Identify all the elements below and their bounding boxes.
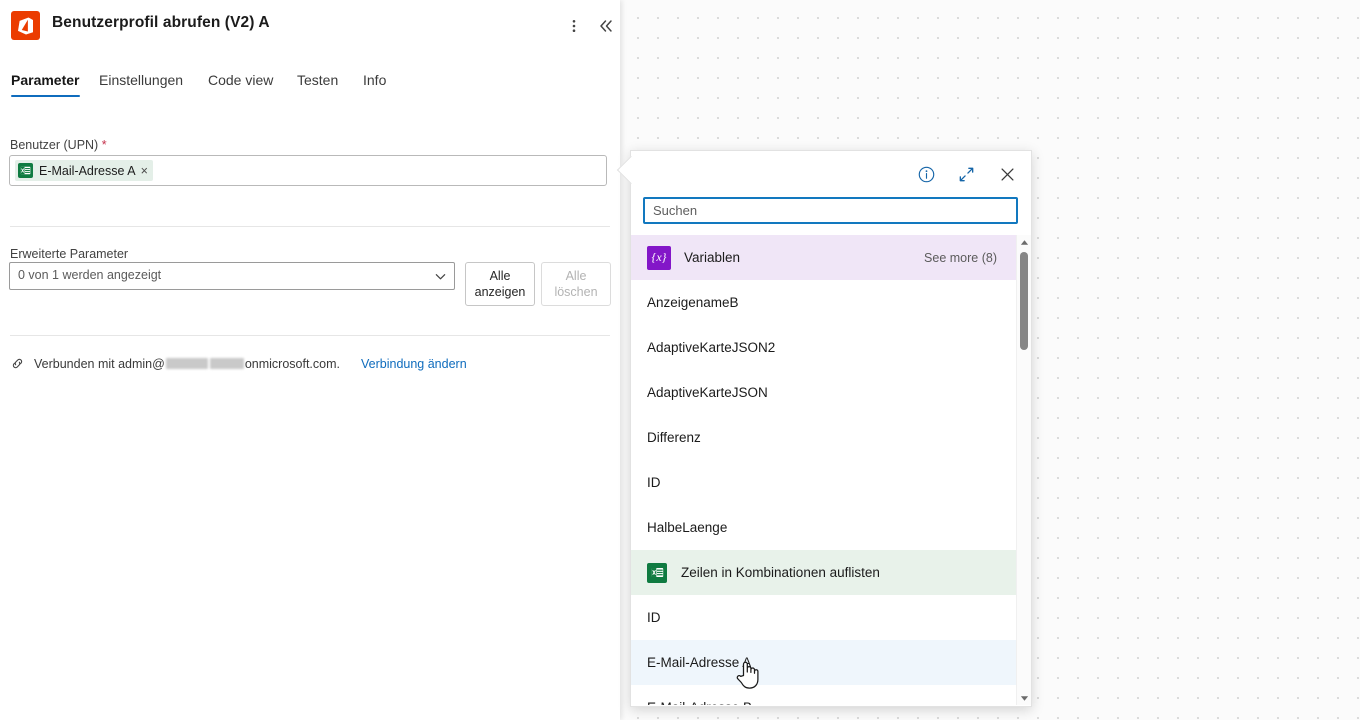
tab-info[interactable]: Info <box>363 72 386 97</box>
dynamic-content-list[interactable]: {x} Variablen See more (8) AnzeigenameB … <box>631 235 1031 705</box>
list-item-label: AdaptiveKarteJSON <box>647 385 768 400</box>
list-group-variablen[interactable]: {x} Variablen See more (8) <box>631 235 1019 280</box>
dynamic-content-picker: {x} Variablen See more (8) AnzeigenameB … <box>630 150 1032 707</box>
list-item-label: AdaptiveKarteJSON2 <box>647 340 776 355</box>
list-item-label: E-Mail-Adresse A <box>647 655 752 670</box>
dynamic-token-email-a[interactable]: E-Mail-Adresse A × <box>15 160 153 181</box>
scrollbar-thumb[interactable] <box>1020 252 1028 350</box>
token-label: E-Mail-Adresse A <box>39 163 136 178</box>
connection-text: Verbunden mit admin@ onmicrosoft.com. <box>34 357 340 371</box>
variables-icon: {x} <box>647 245 671 270</box>
show-all-line2: anzeigen <box>474 285 526 299</box>
double-chevron-left-icon[interactable] <box>593 13 619 39</box>
list-item-label: AnzeigenameB <box>647 295 739 310</box>
list-item-label: ID <box>647 475 661 490</box>
advanced-parameters-select[interactable]: 0 von 1 werden angezeigt <box>9 262 455 290</box>
advanced-parameters-label: Erweiterte Parameter <box>10 247 129 261</box>
list-item[interactable]: AdaptiveKarteJSON2 <box>631 325 1019 370</box>
list-group-label: Zeilen in Kombinationen auflisten <box>681 565 880 580</box>
close-icon[interactable]: × <box>141 164 148 178</box>
picker-scrollbar[interactable] <box>1016 235 1031 705</box>
upn-label: Benutzer (UPN) * <box>10 138 107 152</box>
more-vertical-icon[interactable] <box>561 13 587 39</box>
picker-toolbar <box>631 151 1031 195</box>
redacted-block <box>165 357 208 369</box>
scroll-down-arrow[interactable] <box>1017 691 1031 705</box>
list-item[interactable]: AdaptiveKarteJSON <box>631 370 1019 415</box>
tab-parameter[interactable]: Parameter <box>11 72 80 97</box>
scroll-up-arrow[interactable] <box>1017 235 1031 249</box>
divider <box>10 226 610 227</box>
show-all-button[interactable]: Alle anzeigen <box>465 262 535 306</box>
list-item-label: E-Mail-Adresse B <box>647 700 752 705</box>
tab-bar: Parameter Einstellungen Code view Testen… <box>0 72 620 108</box>
list-item[interactable]: Differenz <box>631 415 1019 460</box>
tab-testen[interactable]: Testen <box>297 72 338 97</box>
clear-all-line2: löschen <box>554 285 598 299</box>
clear-all-button[interactable]: Alle löschen <box>541 262 611 306</box>
office365-icon <box>11 11 40 40</box>
redacted-block <box>209 357 244 369</box>
list-group-zeilen-auflisten[interactable]: Zeilen in Kombinationen auflisten <box>631 550 1019 595</box>
advanced-parameters-value: 0 von 1 werden angezeigt <box>18 268 162 282</box>
upn-label-text: Benutzer (UPN) <box>10 138 99 152</box>
list-item-label: Differenz <box>647 430 701 445</box>
list-item[interactable]: AnzeigenameB <box>631 280 1019 325</box>
list-group-label: Variablen <box>684 250 741 265</box>
divider <box>10 335 610 336</box>
close-icon[interactable] <box>994 161 1020 187</box>
excel-icon <box>647 562 667 583</box>
upn-input[interactable]: E-Mail-Adresse A × <box>9 155 607 186</box>
list-item-label: HalbeLaenge <box>647 520 728 535</box>
info-circle-icon[interactable] <box>913 161 939 187</box>
list-item-email-adresse-a[interactable]: E-Mail-Adresse A <box>631 640 1019 685</box>
list-item[interactable]: ID <box>631 460 1019 505</box>
show-all-line1: Alle <box>489 269 511 283</box>
connection-text-before: Verbunden mit admin@ <box>34 356 165 371</box>
list-item-label: ID <box>647 610 661 625</box>
connection-status-row: Verbunden mit admin@ onmicrosoft.com. Ver… <box>10 356 467 371</box>
required-marker: * <box>101 138 107 152</box>
search-input[interactable] <box>643 197 1018 224</box>
connection-text-after: onmicrosoft.com. <box>244 356 340 371</box>
excel-icon <box>18 163 33 178</box>
action-details-pane: Benutzerprofil abrufen (V2) A Parameter … <box>0 0 620 720</box>
pane-header: Benutzerprofil abrufen (V2) A <box>0 0 620 52</box>
clear-all-line1: Alle <box>565 269 587 283</box>
list-item[interactable]: ID <box>631 595 1019 640</box>
list-item[interactable]: HalbeLaenge <box>631 505 1019 550</box>
change-connection-link[interactable]: Verbindung ändern <box>361 357 467 371</box>
expand-diagonal-icon[interactable] <box>953 161 979 187</box>
search-field-wrapper <box>643 197 1018 224</box>
see-more-link[interactable]: See more (8) <box>924 251 997 265</box>
page-title: Benutzerprofil abrufen (V2) A <box>52 14 270 31</box>
list-item[interactable]: E-Mail-Adresse B <box>631 685 1019 705</box>
connection-icon <box>10 356 25 371</box>
tab-einstellungen[interactable]: Einstellungen <box>99 72 183 97</box>
tab-code-view[interactable]: Code view <box>208 72 273 97</box>
chevron-down-icon[interactable] <box>434 270 447 288</box>
